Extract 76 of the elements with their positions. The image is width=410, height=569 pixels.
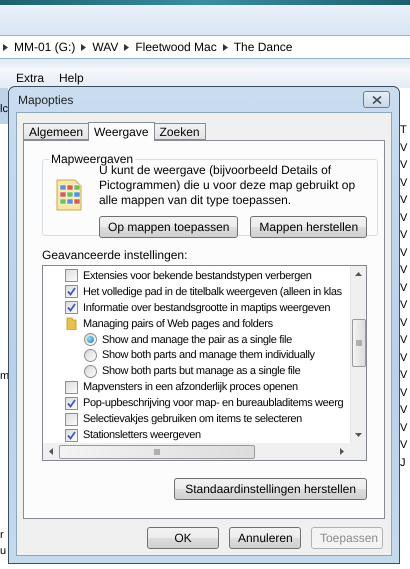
section-label: Geavanceerde instellingen:	[42, 248, 188, 262]
tab[interactable]: Zoeken	[154, 123, 206, 140]
text-fragment: V	[400, 158, 408, 173]
folder-view-button[interactable]: Op mappen toepassen	[99, 216, 238, 238]
grip-icon	[356, 340, 362, 346]
text-fragment: J	[400, 456, 406, 470]
text-fragment: V	[400, 263, 408, 278]
breadcrumb[interactable]: MM-01 (G:)	[14, 40, 76, 54]
text-fragment: V	[400, 316, 408, 330]
checkbox[interactable]	[65, 380, 78, 394]
group-title: Mapweergaven	[50, 152, 134, 166]
breadcrumb[interactable]: Fleetwood Mac	[135, 40, 217, 54]
close-button[interactable]	[363, 91, 390, 108]
text-fragment: u	[0, 545, 8, 558]
text-fragment: V	[400, 176, 408, 190]
setting-label: Show both parts but manage as a single file	[102, 365, 300, 378]
menu-item[interactable]: Extra	[16, 71, 44, 85]
checkbox[interactable]	[65, 269, 78, 282]
text-fragment: lc	[0, 103, 8, 116]
text-fragment: V	[400, 403, 408, 418]
setting-label: Het volledige pad in de titelbalk weergeven (alleen in klas	[83, 286, 342, 298]
text-fragment: V	[400, 333, 408, 348]
checkbox[interactable]	[65, 285, 78, 298]
text-fragment: V	[400, 386, 408, 400]
text-fragment: V	[400, 193, 408, 208]
setting-label: Pop-upbeschrijving voor map- en bureaubladitems weerg	[83, 397, 344, 410]
tab[interactable]: Weergave	[88, 122, 155, 141]
setting-label: Show and manage the pair as a single file	[102, 334, 292, 346]
checkbox[interactable]	[65, 301, 78, 314]
setting-label: Managing pairs of Web pages and folders	[83, 318, 273, 330]
setting-label: Show both parts and manage them individually	[102, 349, 315, 362]
text-fragment: r	[0, 529, 5, 542]
radio-button[interactable]	[84, 348, 97, 362]
restore-defaults-button[interactable]: Standaardinstellingen herstellen	[174, 478, 367, 500]
tab[interactable]: Algemeen	[23, 123, 90, 140]
horizontal-scrollbar[interactable]	[43, 443, 350, 460]
grip-icon	[154, 448, 160, 454]
menu-item[interactable]: Help	[59, 71, 84, 85]
setting-label: Informatie over bestandsgrootte in maptips weergeven	[83, 302, 330, 314]
chevron-icon	[3, 44, 8, 50]
text-fragment: V	[400, 210, 408, 226]
text-fragment: T	[400, 123, 408, 138]
text-fragment: V	[400, 246, 408, 260]
scroll-right-icon[interactable]	[340, 448, 344, 455]
checkbox[interactable]	[65, 412, 78, 426]
chevron-icon	[222, 44, 228, 50]
setting-label: Mapvensters in een afzonderlijk proces openen	[83, 381, 298, 394]
text-fragment: V	[400, 140, 408, 156]
text-fragment: V	[400, 298, 408, 313]
dialog-button[interactable]: OK	[147, 527, 219, 549]
checkbox[interactable]	[65, 428, 78, 442]
text-fragment: V	[400, 368, 408, 383]
radio-button[interactable]	[84, 364, 97, 378]
folder-icon	[65, 317, 78, 330]
scroll-down-icon[interactable]	[355, 433, 362, 437]
close-icon	[372, 96, 382, 104]
window-title: Mapopties	[17, 92, 74, 106]
scroll-up-icon[interactable]	[355, 272, 362, 276]
chevron-icon	[81, 44, 86, 50]
text-fragment: V	[400, 438, 408, 453]
breadcrumb[interactable]: The Dance	[234, 40, 292, 54]
vertical-scrollbar[interactable]	[350, 266, 366, 443]
text-fragment: V	[400, 228, 408, 243]
setting-label: Extensies voor bekende bestandstypen verbergen	[83, 270, 312, 282]
chevron-icon	[124, 44, 130, 50]
setting-label: Stationsletters weergeven	[83, 429, 201, 442]
text-fragment: V	[400, 350, 408, 366]
text-fragment: V	[400, 420, 408, 436]
breadcrumb[interactable]: WAV	[92, 40, 118, 54]
setting-label: Selectievakjes gebruiken om items te selecteren	[83, 413, 302, 426]
dialog-button[interactable]: Annuleren	[229, 527, 301, 549]
checkbox[interactable]	[65, 396, 78, 410]
scroll-left-icon[interactable]	[49, 448, 53, 455]
folder-view-button[interactable]: Mappen herstellen	[250, 216, 368, 238]
radio-button[interactable]	[84, 333, 97, 346]
text-fragment: V	[400, 280, 408, 296]
